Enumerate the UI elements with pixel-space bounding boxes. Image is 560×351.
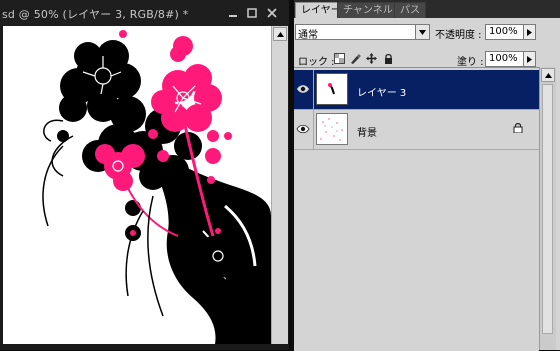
layer-name[interactable]: レイヤー 3 [357, 84, 406, 99]
layer-row-layer3[interactable]: レイヤー 3 [294, 70, 539, 110]
fill-slider-arrow-icon[interactable] [523, 51, 536, 67]
eye-icon[interactable] [296, 123, 310, 135]
image-canvas[interactable] [3, 26, 271, 344]
eye-separator [313, 70, 314, 109]
fill-label: 塗り : [457, 57, 484, 68]
layer-name[interactable]: 背景 [357, 124, 377, 139]
lock-position-icon[interactable] [366, 53, 377, 64]
lock-label: ロック : [298, 57, 335, 68]
scroll-up-arrow-icon[interactable] [541, 68, 555, 82]
scroll-up-arrow-icon[interactable] [273, 27, 287, 41]
panel-tabbar: レイヤー チャンネル パス [294, 0, 560, 18]
layers-scrollbar[interactable] [539, 67, 556, 350]
canvas-vertical-scrollbar[interactable] [271, 26, 288, 344]
layer-thumbnail[interactable] [316, 113, 348, 145]
eye-separator [313, 110, 314, 149]
blend-mode-select[interactable]: 通常 [295, 24, 430, 41]
layers-panel: レイヤー チャンネル パス 通常 不透明度 : 100% ロック : 塗り : … [294, 0, 560, 351]
opacity-slider-arrow-icon[interactable] [523, 24, 536, 40]
chevron-down-icon[interactable] [415, 25, 429, 39]
tab-channels[interactable]: チャンネル [337, 2, 399, 18]
document-title: sd @ 50% (レイヤー 3, RGB/8#) * [2, 8, 189, 21]
blend-mode-value: 通常 [298, 30, 318, 41]
opacity-label: 不透明度 : [435, 30, 482, 41]
lock-image-icon[interactable] [350, 53, 361, 64]
document-titlebar[interactable]: sd @ 50% (レイヤー 3, RGB/8#) * [0, 0, 289, 26]
eye-icon[interactable] [296, 83, 310, 95]
close-icon[interactable] [265, 7, 279, 19]
opacity-input[interactable]: 100% [485, 24, 524, 40]
layer-thumbnail[interactable] [316, 73, 348, 105]
artwork-image [42, 30, 271, 344]
layer-lock-icon [513, 122, 523, 136]
layers-list: レイヤー 3 背景 [294, 67, 539, 351]
scrollbar-thumb[interactable] [542, 84, 553, 334]
fill-input[interactable]: 100% [485, 51, 524, 67]
tab-paths[interactable]: パス [394, 2, 426, 18]
layer-row-background[interactable]: 背景 [294, 110, 539, 150]
lock-all-icon[interactable] [383, 53, 394, 64]
document-window: sd @ 50% (レイヤー 3, RGB/8#) * [0, 0, 289, 350]
maximize-icon[interactable] [245, 7, 259, 19]
lock-transparency-icon[interactable] [334, 53, 345, 64]
minimize-icon[interactable] [226, 7, 240, 19]
